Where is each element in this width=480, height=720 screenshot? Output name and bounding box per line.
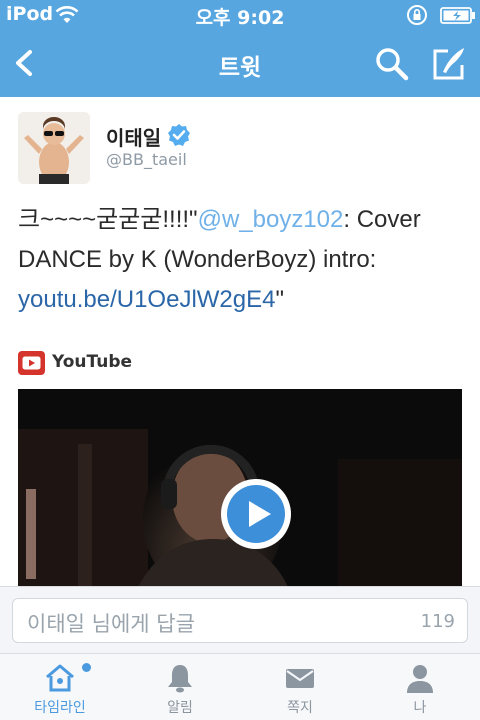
play-icon[interactable] <box>219 477 293 551</box>
reply-input[interactable]: 이태일 님에게 답글 119 <box>12 598 468 643</box>
search-icon[interactable] <box>374 46 410 82</box>
tab-label: 타임라인 <box>34 700 86 716</box>
tab-timeline[interactable]: 타임라인 <box>0 654 120 720</box>
character-count: 119 <box>420 611 455 632</box>
bell-icon <box>168 665 192 693</box>
tab-label: 알림 <box>167 700 193 716</box>
compose-icon[interactable] <box>430 45 468 83</box>
verified-badge-icon <box>168 124 190 146</box>
mention-link[interactable]: @w_boyz102 <box>198 206 344 233</box>
tweet-text-prefix: 크~~~~굳굳굳!!!!" <box>18 206 198 233</box>
tab-notifications[interactable]: 알림 <box>120 654 240 720</box>
status-bar: iPod 오후 9:02 <box>0 0 480 30</box>
rotation-lock-icon <box>407 5 427 25</box>
youtube-icon <box>18 351 45 375</box>
video-player[interactable] <box>18 389 462 587</box>
tab-label: 쪽지 <box>287 700 313 716</box>
tab-me[interactable]: 나 <box>360 654 480 720</box>
envelope-icon <box>286 669 314 688</box>
tab-label: 나 <box>413 700 427 716</box>
tweet-text: 크~~~~굳굳굳!!!!"@w_boyz102: Cover DANCE by … <box>18 200 473 320</box>
media-source-label: YouTube <box>52 352 133 372</box>
url-link[interactable]: youtu.be/U1OeJlW2gE4 <box>18 286 275 313</box>
user-handle[interactable]: @BB_taeil <box>106 150 187 169</box>
tab-bar: 타임라인 알림 쪽지 나 <box>0 653 480 720</box>
tweet-text-suffix: " <box>275 286 285 313</box>
avatar[interactable] <box>18 112 90 184</box>
home-icon <box>46 664 74 692</box>
tab-messages[interactable]: 쪽지 <box>240 654 360 720</box>
user-name[interactable]: 이태일 <box>106 122 161 151</box>
nav-bar: 트윗 <box>0 30 480 97</box>
avatar-image <box>18 112 90 184</box>
person-icon <box>407 665 433 693</box>
battery-icon <box>440 7 475 24</box>
tweet-detail: 이태일 @BB_taeil 크~~~~굳굳굳!!!!"@w_boyz102: C… <box>0 97 480 587</box>
reply-placeholder: 이태일 님에게 답글 <box>27 612 195 636</box>
new-content-dot <box>82 663 91 672</box>
reply-bar: 이태일 님에게 답글 119 <box>0 586 480 653</box>
